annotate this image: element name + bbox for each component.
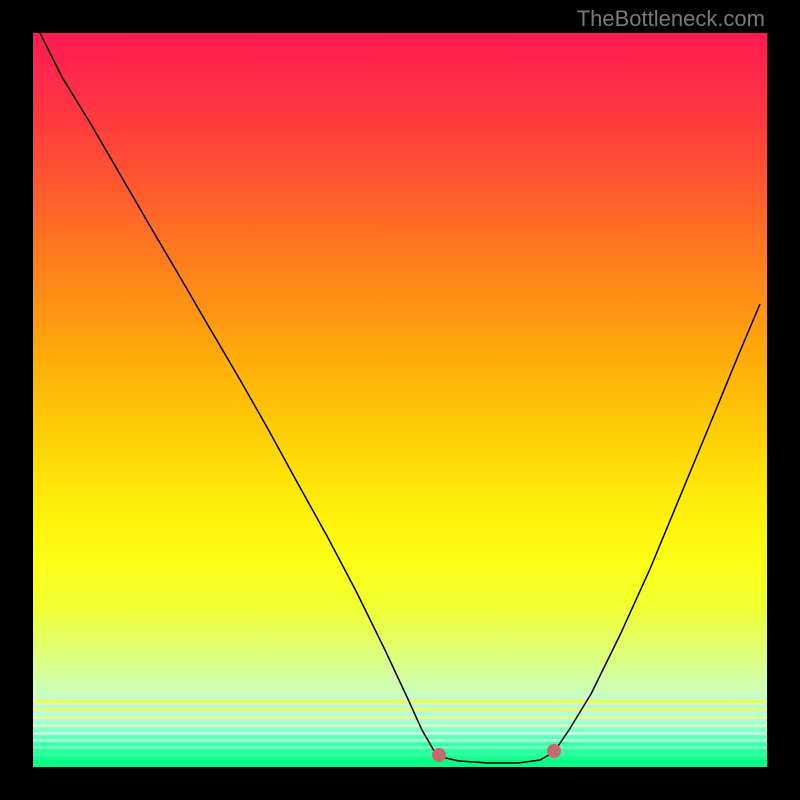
marker-dot-right <box>547 744 561 758</box>
plot-area <box>33 33 767 767</box>
left-curve <box>40 33 437 756</box>
marker-dot-left <box>432 748 446 762</box>
chart-svg <box>33 33 767 767</box>
watermark-text: TheBottleneck.com <box>577 6 765 32</box>
bottom-marker-line <box>437 752 554 763</box>
right-curve <box>554 304 760 752</box>
